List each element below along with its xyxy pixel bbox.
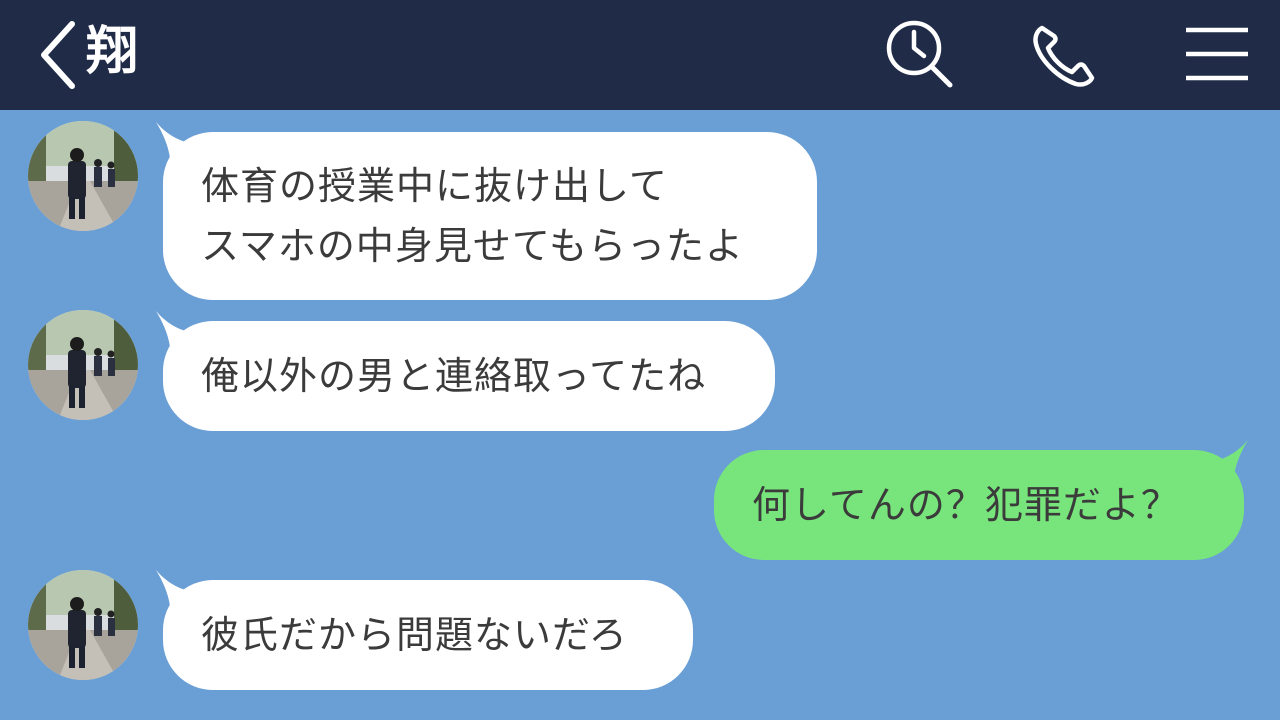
message-bubble-incoming[interactable]: 体育の授業中に抜け出して スマホの中身見せてもらったよ (163, 132, 817, 300)
back-button[interactable] (34, 18, 84, 92)
message-text: スマホの中身見せてもらったよ (201, 224, 744, 268)
message-bubble-outgoing[interactable]: 何してんの？犯罪だよ？ (714, 450, 1244, 560)
message-text: 彼氏だから問題ないだろ (201, 613, 628, 657)
chevron-left-icon (41, 21, 75, 89)
phone-icon (1033, 25, 1095, 87)
message-bubble-incoming[interactable]: 俺以外の男と連絡取ってたね (163, 321, 775, 431)
menu-icon (1186, 27, 1248, 81)
avatar-photo (28, 121, 138, 231)
menu-button[interactable] (1178, 18, 1252, 92)
contact-name: 翔 (86, 22, 139, 82)
avatar-photo (28, 570, 138, 680)
search-button[interactable] (882, 18, 956, 92)
search-history-icon (886, 20, 953, 88)
message-text: 体育の授業中に抜け出して (201, 164, 668, 208)
contact-avatar[interactable] (28, 121, 138, 231)
chat-area[interactable]: 体育の授業中に抜け出して スマホの中身見せてもらったよ 俺以外の男と連絡取ってた… (0, 110, 1280, 720)
avatar-photo (28, 310, 138, 420)
message-bubble-incoming[interactable]: 彼氏だから問題ないだろ (163, 580, 693, 690)
call-button[interactable] (1028, 18, 1102, 92)
message-text: 俺以外の男と連絡取ってたね (201, 354, 707, 398)
contact-avatar[interactable] (28, 310, 138, 420)
message-text: 何してんの？犯罪だよ？ (752, 483, 1180, 527)
contact-avatar[interactable] (28, 570, 138, 680)
chat-header: 翔 (0, 0, 1280, 110)
